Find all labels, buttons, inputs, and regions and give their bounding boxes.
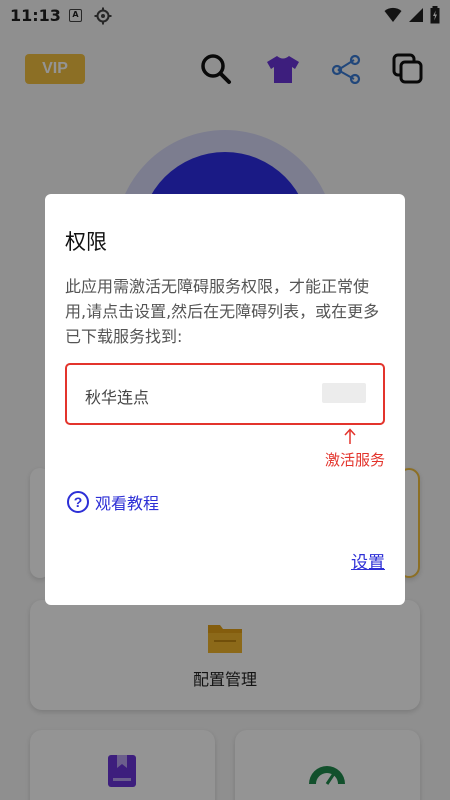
arrow-up-icon (344, 428, 356, 444)
activate-service-hint: 激活服务 (325, 451, 386, 469)
service-name: 秋华连点 (85, 388, 150, 407)
dialog-title: 权限 (65, 230, 107, 254)
dialog-message: 此应用需激活无障碍服务权限，才能正常使用,请点击设置,然后在无障碍列表，或在更多… (65, 277, 380, 346)
watch-tutorial-label: 观看教程 (95, 494, 160, 513)
help-circle-icon: ? (67, 491, 89, 513)
accessibility-service-entry: 秋华连点 (65, 363, 385, 425)
watch-tutorial-link[interactable]: ? 观看教程 (67, 490, 159, 514)
settings-button[interactable]: 设置 (351, 548, 385, 573)
permission-dialog: 权限 此应用需激活无障碍服务权限，才能正常使用,请点击设置,然后在无障碍列表，或… (45, 194, 405, 605)
service-toggle (322, 383, 366, 403)
